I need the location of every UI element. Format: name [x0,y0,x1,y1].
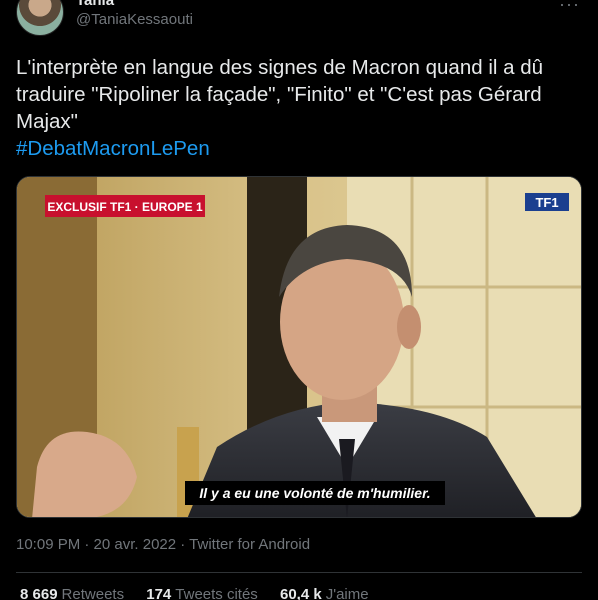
avatar[interactable] [16,0,64,36]
hashtag-link[interactable]: #DebatMacronLePen [16,135,582,162]
tweet-stats: 8 669 Retweets 174 Tweets cités 60,4 k J'ai… [20,586,387,600]
tweet-text: L'interprète en langue des signes de Mac… [16,54,582,162]
news-banner-text: EXCLUSIF TF1 · EUROPE 1 [47,200,203,214]
retweets-label: Retweets [61,586,125,600]
divider [16,572,582,573]
likes-stat[interactable]: 60,4 k J'aime [280,586,369,600]
more-options-icon[interactable]: ··· [559,0,580,15]
likes-label: J'aime [325,586,369,600]
quotes-count: 174 [146,586,172,600]
retweets-count: 8 669 [20,586,58,600]
quotes-label: Tweets cités [175,586,258,600]
author-name[interactable]: Tania [76,0,114,9]
quotes-stat[interactable]: 174 Tweets cités [146,586,258,600]
tweet-timestamp[interactable]: 10:09 PM · 20 avr. 2022 · Twitter for An… [16,536,310,553]
likes-count: 60,4 k [279,586,322,600]
video-subtitle: Il y a eu une volonté de m'humilier. [199,485,430,501]
tweet-media-image[interactable]: EXCLUSIF TF1 · EUROPE 1 TF1 Il y a eu un… [16,176,582,518]
tweet-body: L'interprète en langue des signes de Mac… [16,56,544,133]
retweets-stat[interactable]: 8 669 Retweets [20,586,124,600]
video-still: EXCLUSIF TF1 · EUROPE 1 TF1 Il y a eu un… [17,177,581,517]
author-handle[interactable]: @TaniaKessaouti [76,11,193,28]
tf1-logo-text: TF1 [535,195,558,210]
